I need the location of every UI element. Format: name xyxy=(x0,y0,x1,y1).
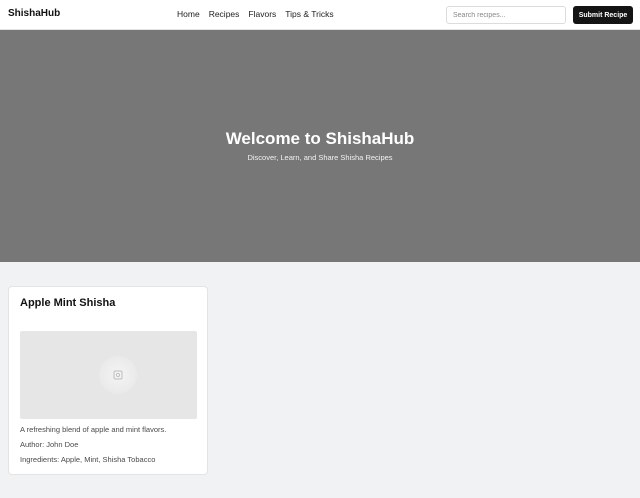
top-navbar: ShishaHub Home Recipes Flavors Tips & Tr… xyxy=(0,0,640,30)
nav-recipes-link[interactable]: Recipes xyxy=(209,9,240,20)
main-nav: Home Recipes Flavors Tips & Tricks xyxy=(177,9,334,20)
search-input[interactable] xyxy=(446,6,566,24)
hero-subtitle: Discover, Learn, and Share Shisha Recipe… xyxy=(247,153,393,162)
hero-title: Welcome to ShishaHub xyxy=(225,129,415,148)
submit-recipe-button[interactable]: Submit Recipe xyxy=(573,6,633,24)
image-placeholder-icon xyxy=(99,356,137,394)
recipe-image-placeholder xyxy=(20,331,197,419)
nav-flavors-link[interactable]: Flavors xyxy=(248,9,276,20)
nav-home-link[interactable]: Home xyxy=(177,9,200,20)
recipe-ingredients: Ingredients: Apple, Mint, Shisha Tobacco xyxy=(20,455,156,464)
recipe-title[interactable]: Apple Mint Shisha xyxy=(20,297,115,309)
recipe-description: A refreshing blend of apple and mint fla… xyxy=(20,425,167,434)
recipe-author: Author: John Doe xyxy=(20,440,79,449)
brand-logo-text[interactable]: ShishaHub xyxy=(8,8,60,19)
hero-banner: Welcome to ShishaHub Discover, Learn, an… xyxy=(0,30,640,262)
recipe-card[interactable]: Apple Mint Shisha A refreshing blend of … xyxy=(8,286,208,475)
nav-tips-link[interactable]: Tips & Tricks xyxy=(285,9,333,20)
